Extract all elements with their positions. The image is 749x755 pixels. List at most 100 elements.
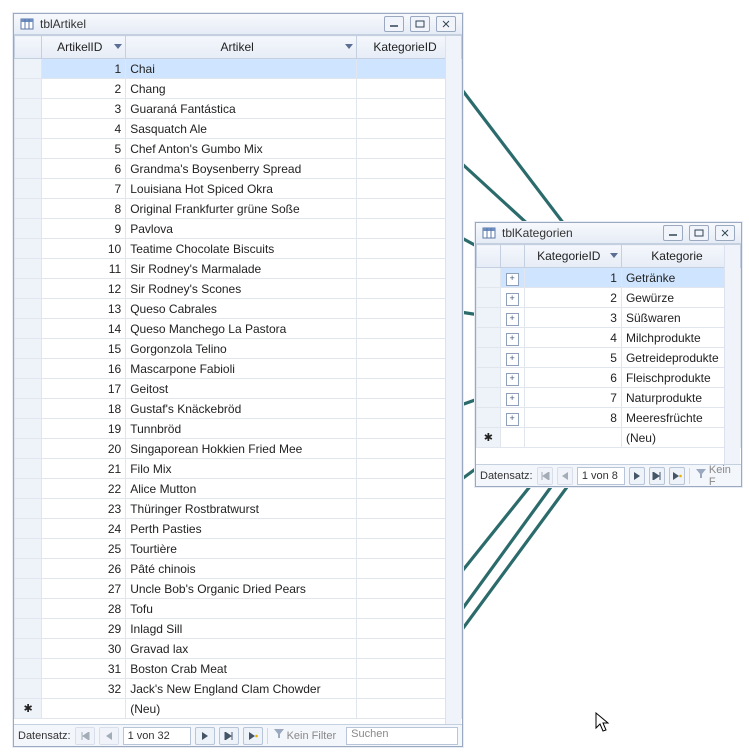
table-row[interactable]: 31Boston Crab Meat8 — [15, 659, 462, 679]
cell-artikel[interactable]: Queso Cabrales — [126, 299, 357, 319]
expand-button-cell[interactable]: + — [500, 308, 524, 328]
table-row[interactable]: 2Chang1 — [15, 79, 462, 99]
cell-artikel[interactable]: Queso Manchego La Pastora — [126, 319, 357, 339]
nav-next-button[interactable] — [629, 467, 645, 485]
table-row[interactable]: +7Naturprodukte — [477, 388, 741, 408]
filter-indicator[interactable]: Kein Filter — [267, 728, 343, 744]
expand-button-cell[interactable]: + — [500, 268, 524, 288]
row-selector[interactable] — [477, 388, 501, 408]
cell-artikelid[interactable]: 16 — [42, 359, 126, 379]
cell-artikel[interactable]: Tunnbröd — [126, 419, 357, 439]
cell-artikel[interactable]: Pavlova — [126, 219, 357, 239]
nav-new-button[interactable] — [243, 727, 263, 745]
datasheet-body[interactable]: KategorieID Kategorie +1Getränke+2Gewürz… — [476, 244, 741, 464]
select-all-corner[interactable] — [15, 36, 42, 59]
col-header-artikel[interactable]: Artikel — [126, 36, 357, 59]
row-selector[interactable] — [477, 368, 501, 388]
table-row[interactable]: 16Mascarpone Fabioli4 — [15, 359, 462, 379]
row-selector[interactable] — [15, 239, 42, 259]
cell-artikel[interactable]: Sasquatch Ale — [126, 119, 357, 139]
cell-artikelid[interactable]: 26 — [42, 559, 126, 579]
row-selector[interactable] — [477, 348, 501, 368]
cell-artikel[interactable]: Uncle Bob's Organic Dried Pears — [126, 579, 357, 599]
cell-artikel[interactable]: Louisiana Hot Spiced Okra — [126, 179, 357, 199]
minimize-button[interactable] — [384, 16, 404, 32]
table-row[interactable]: 17Geitost4 — [15, 379, 462, 399]
cell-artikel[interactable]: Alice Mutton — [126, 479, 357, 499]
cell-kategorie[interactable]: Getreideprodukte — [621, 348, 740, 368]
row-selector[interactable] — [15, 579, 42, 599]
cell-artikelid[interactable]: 19 — [42, 419, 126, 439]
recordnav-position[interactable]: 1 von 8 — [577, 467, 625, 485]
expand-button-cell[interactable]: + — [500, 388, 524, 408]
table-row[interactable]: +8Meeresfrüchte — [477, 408, 741, 428]
cell-kategorieid[interactable]: 8 — [524, 408, 621, 428]
cell-artikel[interactable]: Singaporean Hokkien Fried Mee — [126, 439, 357, 459]
cell-kategorie[interactable]: Naturprodukte — [621, 388, 740, 408]
expand-button-cell[interactable]: + — [500, 328, 524, 348]
cell-kategorie[interactable]: Fleischprodukte — [621, 368, 740, 388]
row-selector[interactable] — [15, 199, 42, 219]
cell-artikelid[interactable]: 1 — [42, 59, 126, 79]
cell-artikelid[interactable]: 24 — [42, 519, 126, 539]
cell-artikel[interactable]: Tofu — [126, 599, 357, 619]
row-selector[interactable] — [15, 399, 42, 419]
cell-artikelid[interactable]: 20 — [42, 439, 126, 459]
cell-kategorie[interactable]: Milchprodukte — [621, 328, 740, 348]
table-row[interactable]: 23Thüringer Rostbratwurst6 — [15, 499, 462, 519]
cell-artikelid[interactable]: 18 — [42, 399, 126, 419]
cell-artikelid[interactable]: 25 — [42, 539, 126, 559]
table-row[interactable]: +6Fleischprodukte — [477, 368, 741, 388]
cell-artikelid[interactable]: 8 — [42, 199, 126, 219]
col-header-artikelid[interactable]: ArtikelID — [42, 36, 126, 59]
cell-kategorieid[interactable]: 4 — [524, 328, 621, 348]
row-selector[interactable] — [15, 299, 42, 319]
datasheet-table[interactable]: ArtikelID Artikel KategorieID 1Chai12Cha… — [14, 35, 462, 719]
cell-artikel[interactable]: Chef Anton's Gumbo Mix — [126, 139, 357, 159]
cell-artikel[interactable]: Chai — [126, 59, 357, 79]
nav-last-button[interactable] — [649, 467, 665, 485]
cell-artikel[interactable]: Gustaf's Knäckebröd — [126, 399, 357, 419]
table-row[interactable]: 9Pavlova3 — [15, 219, 462, 239]
chevron-down-icon[interactable] — [344, 42, 354, 52]
table-row[interactable]: 29Inlagd Sill8 — [15, 619, 462, 639]
row-selector[interactable] — [15, 559, 42, 579]
cell-artikelid[interactable]: 27 — [42, 579, 126, 599]
cell-artikel[interactable]: Geitost — [126, 379, 357, 399]
col-header-kategorieid[interactable]: KategorieID — [524, 245, 621, 268]
cell-artikel[interactable]: Inlagd Sill — [126, 619, 357, 639]
titlebar[interactable]: tblArtikel — [14, 14, 462, 35]
row-selector[interactable] — [15, 639, 42, 659]
nav-prev-button[interactable] — [99, 727, 119, 745]
table-row[interactable]: 10Teatime Chocolate Biscuits3 — [15, 239, 462, 259]
cell-artikelid[interactable]: 23 — [42, 499, 126, 519]
cell-artikelid[interactable]: 4 — [42, 119, 126, 139]
datasheet-table[interactable]: KategorieID Kategorie +1Getränke+2Gewürz… — [476, 244, 741, 448]
row-selector[interactable] — [15, 659, 42, 679]
expand-button-cell[interactable]: + — [500, 408, 524, 428]
new-row-label[interactable]: (Neu) — [621, 428, 740, 448]
row-selector[interactable] — [15, 219, 42, 239]
maximize-button[interactable] — [410, 16, 430, 32]
row-selector[interactable] — [15, 479, 42, 499]
table-row[interactable]: 26Pâté chinois6 — [15, 559, 462, 579]
expand-button-cell[interactable]: + — [500, 368, 524, 388]
cell-kategorieid[interactable]: 1 — [524, 268, 621, 288]
table-row[interactable]: 30Gravad lax8 — [15, 639, 462, 659]
row-selector[interactable] — [15, 539, 42, 559]
cell-kategorie[interactable]: Getränke — [621, 268, 740, 288]
cell-artikel[interactable]: Chang — [126, 79, 357, 99]
table-row[interactable]: 5Chef Anton's Gumbo Mix2 — [15, 139, 462, 159]
select-all-corner[interactable] — [477, 245, 501, 268]
row-selector[interactable] — [15, 259, 42, 279]
plus-icon[interactable]: + — [506, 393, 519, 406]
table-row[interactable]: 7Louisiana Hot Spiced Okra2 — [15, 179, 462, 199]
cell-artikel[interactable]: Guaraná Fantástica — [126, 99, 357, 119]
cell-artikel[interactable]: Grandma's Boysenberry Spread — [126, 159, 357, 179]
table-row[interactable]: 4Sasquatch Ale1 — [15, 119, 462, 139]
nav-new-button[interactable] — [669, 467, 685, 485]
table-row[interactable]: 24Perth Pasties6 — [15, 519, 462, 539]
new-row[interactable]: ✱(Neu) — [15, 699, 462, 719]
cell-kategorieid[interactable]: 2 — [524, 288, 621, 308]
table-row[interactable]: +1Getränke — [477, 268, 741, 288]
